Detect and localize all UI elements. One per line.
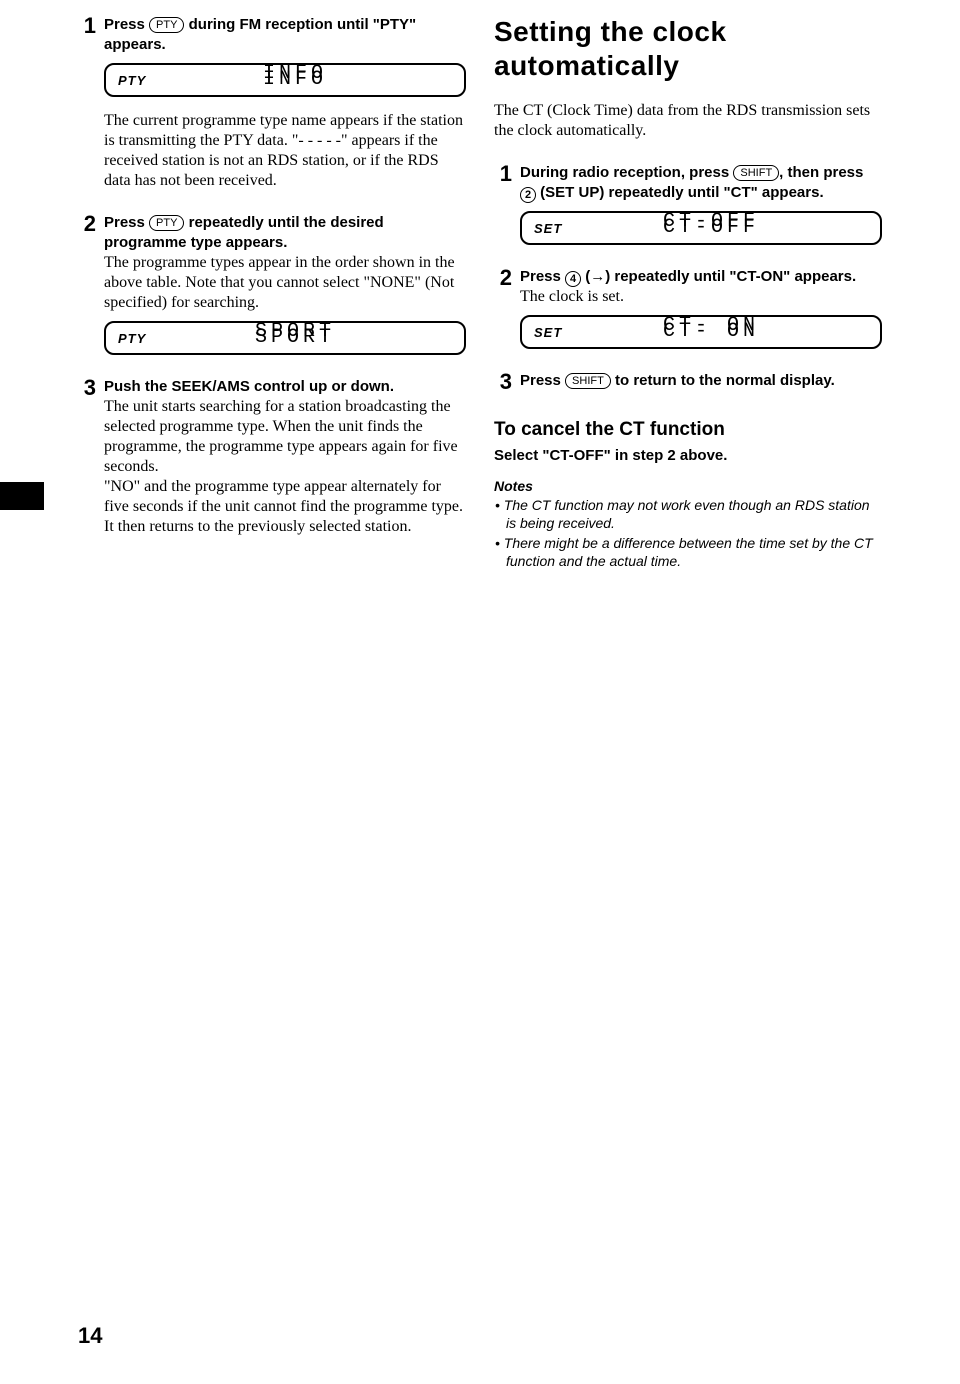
note-item: The CT function may not work even though… [506,496,882,532]
key-4-icon: 4 [565,271,581,287]
pty-key-icon: PTY [149,17,184,33]
side-tab [0,482,44,510]
left-step-2: 2 Press PTY repeatedly until the desired… [78,213,466,313]
step-1-instruction: Press PTY during FM reception until "PTY… [104,15,466,55]
step-3-desc: The unit starts searching for a station … [104,397,466,537]
right-step-1: 1 During radio reception, press SHIFT, t… [494,163,882,203]
right-column: Setting the clock automatically The CT (… [494,15,882,572]
step-2-body: Press 4 (→) repeatedly until "CT-ON" app… [520,267,882,307]
step-number: 3 [78,377,96,399]
cancel-heading: To cancel the CT function [494,419,882,441]
step-2-instruction: Press 4 (→) repeatedly until "CT-ON" app… [520,267,882,287]
display-text: CT-OFF [604,219,868,237]
text: Press [520,372,565,389]
step-number: 1 [494,163,512,185]
display-indicator: SET [534,325,604,340]
step-2-body: Press PTY repeatedly until the desired p… [104,213,466,313]
lcd-display-info: PTY INFO [104,63,466,97]
notes-heading: Notes [494,478,882,494]
display-text: SPORT [188,329,452,347]
text: Press [104,16,149,33]
lcd-text: CT-OFF [663,223,759,233]
text: During radio reception, press [520,164,733,181]
note-item: There might be a difference between the … [506,534,882,570]
left-column: 1 Press PTY during FM reception until "P… [78,15,466,572]
lcd-display-cton: SET CT- ON [520,315,882,349]
step-number: 3 [494,371,512,393]
display-indicator: SET [534,221,604,236]
step-2-desc: The programme types appear in the order … [104,253,466,313]
lcd-text: INFO [263,75,327,85]
step-2-desc: The clock is set. [520,287,882,307]
lcd-text: SPORT [255,333,335,343]
lcd-display-ctoff: SET CT-OFF [520,211,882,245]
notes-list: The CT function may not work even though… [494,496,882,570]
key-2-icon: 2 [520,187,536,203]
text: Press [520,268,565,285]
display-text: INFO [188,71,452,89]
step-number: 1 [78,15,96,37]
section-intro: The CT (Clock Time) data from the RDS tr… [494,101,882,141]
step-number: 2 [78,213,96,235]
display-text: CT- ON [604,323,868,341]
step-1-body: The current programme type name appears … [104,111,466,191]
text: (SET UP) repeatedly until "CT" appears. [536,184,824,201]
display-indicator: PTY [118,331,188,346]
lcd-display-sport: PTY SPORT [104,321,466,355]
shift-key-icon: SHIFT [733,165,779,181]
display-indicator: PTY [118,73,188,88]
step-2-instruction: Press PTY repeatedly until the desired p… [104,213,466,253]
step-number: 2 [494,267,512,289]
left-step-1: 1 Press PTY during FM reception until "P… [78,15,466,55]
section-title: Setting the clock automatically [494,15,882,83]
step-3-body: Push the SEEK/AMS control up or down. Th… [104,377,466,537]
left-step-3: 3 Push the SEEK/AMS control up or down. … [78,377,466,537]
page-number: 14 [78,1323,102,1349]
pty-key-icon: PTY [149,215,184,231]
right-step-2: 2 Press 4 (→) repeatedly until "CT-ON" a… [494,267,882,307]
step-3-instruction: Press SHIFT to return to the normal disp… [520,371,882,391]
shift-key-icon: SHIFT [565,373,611,389]
text: Press [104,214,149,231]
step-3-instruction: Push the SEEK/AMS control up or down. [104,377,466,397]
cancel-body: Select "CT-OFF" in step 2 above. [494,447,882,464]
lcd-text: CT- ON [663,327,759,337]
text: to return to the normal display. [611,372,835,389]
step-1-instruction: During radio reception, press SHIFT, the… [520,163,882,203]
text: , then press [779,164,863,181]
right-step-3: 3 Press SHIFT to return to the normal di… [494,371,882,393]
text: (→) repeatedly until "CT-ON" appears. [581,268,856,285]
